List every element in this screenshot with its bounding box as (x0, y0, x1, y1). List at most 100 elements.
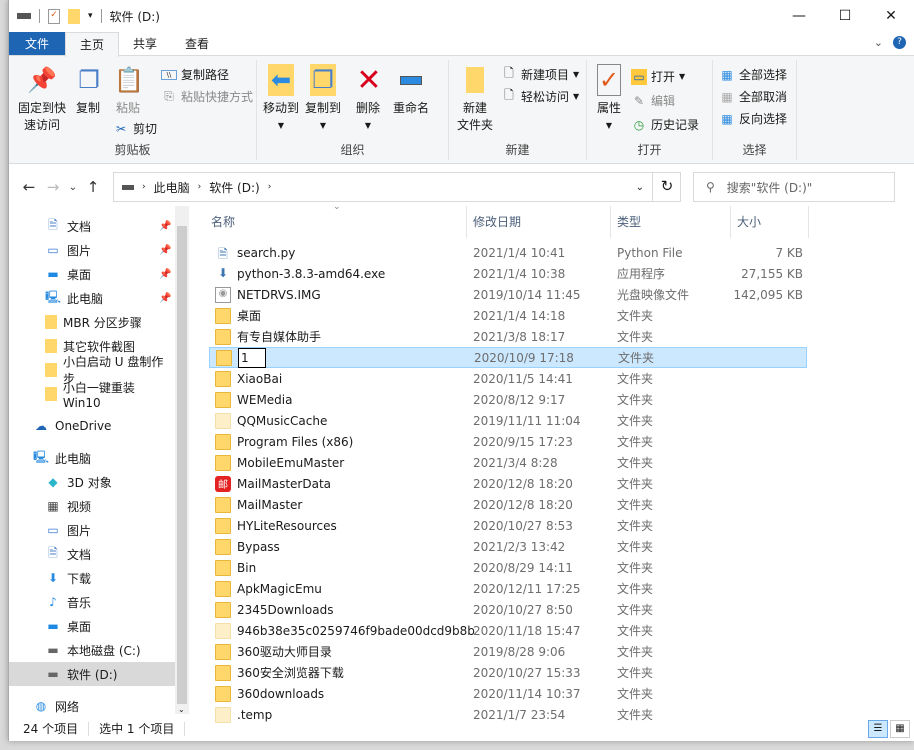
address-dropdown-icon[interactable]: ⌄ (636, 182, 644, 193)
chevron-right-icon[interactable]: › (268, 182, 272, 192)
paste-button[interactable]: 📋 粘贴 (113, 64, 144, 117)
breadcrumb-this-pc[interactable]: 此电脑 (154, 179, 190, 196)
rename-button[interactable]: 重命名 (389, 64, 433, 117)
move-to-button[interactable]: ⬅ 移动到 ▼ (261, 64, 301, 134)
copy-path-button[interactable]: \\ 复制路径 (161, 66, 229, 83)
file-row[interactable]: ⬇ python-3.8.3-amd64.exe 2021/1/4 10:38 应用程… (209, 263, 807, 284)
large-icons-view-button[interactable]: ▦ (890, 720, 910, 738)
file-row[interactable]: 946b38e35c0259746f9bade00dcd9b8b 2020/11/… (209, 620, 807, 641)
select-all-button[interactable]: ▦ 全部选择 (719, 66, 787, 83)
file-row[interactable]: 360驱动大师目录 2019/8/28 9:06 文件夹 (209, 641, 807, 662)
file-row[interactable]: HYLiteResources 2020/10/27 8:53 文件夹 (209, 515, 807, 536)
file-row[interactable]: XiaoBai 2020/11/5 14:41 文件夹 (209, 368, 807, 389)
pin-quick-access-button[interactable]: 📌 固定到快 速访问 (13, 64, 71, 134)
address-bar[interactable]: › 此电脑 › 软件 (D:) › ⌄ (113, 172, 681, 202)
minimize-button[interactable]: — (776, 0, 822, 32)
tab-view[interactable]: 查看 (171, 32, 223, 55)
drive-icon (17, 13, 31, 19)
file-row[interactable]: 邮 MailMasterData 2020/12/8 18:20 文件夹 (209, 473, 807, 494)
help-icon[interactable]: ? (893, 36, 906, 49)
properties-quick-icon[interactable]: ✓ (48, 8, 60, 24)
file-row[interactable]: 360安全浏览器下载 2020/10/27 15:33 文件夹 (209, 662, 807, 683)
nav-item[interactable]: 🗎 文档 (9, 542, 175, 566)
nav-item[interactable]: ◍ 网络 (9, 694, 175, 714)
file-row[interactable]: MailMaster 2020/12/8 18:20 文件夹 (209, 494, 807, 515)
file-row[interactable]: Program Files (x86) 2020/9/15 17:23 文件夹 (209, 431, 807, 452)
delete-button[interactable]: ✕ 删除 ▼ (353, 64, 383, 134)
nav-scrollbar[interactable]: ⌄ (175, 206, 189, 714)
file-row[interactable]: 有专自媒体助手 2021/3/8 18:17 文件夹 (209, 326, 807, 347)
new-folder-button[interactable]: 新建 文件夹 (453, 64, 497, 134)
close-button[interactable]: ✕ (868, 0, 914, 32)
history-button[interactable]: ◷ 历史记录 (631, 116, 699, 133)
new-folder-icon (459, 64, 491, 96)
invert-selection-button[interactable]: ▦ 反向选择 (719, 110, 787, 127)
nav-item[interactable]: ☁ OneDrive (9, 414, 175, 438)
file-row[interactable]: 1 2020/10/9 17:18 文件夹 (209, 347, 807, 368)
tab-file[interactable]: 文件 (9, 32, 65, 55)
collapse-ribbon-icon[interactable]: ⌄ (874, 36, 883, 49)
file-row[interactable]: 桌面 2021/1/4 14:18 文件夹 (209, 305, 807, 326)
file-row[interactable]: ApkMagicEmu 2020/12/11 17:25 文件夹 (209, 578, 807, 599)
nav-item[interactable]: ▬ 桌面 (9, 614, 175, 638)
scroll-down-icon[interactable]: ⌄ (178, 705, 185, 714)
nav-item[interactable]: ▭ 图片 📌 (9, 238, 175, 262)
forward-button[interactable]: → (41, 178, 65, 196)
nav-item[interactable]: ♪ 音乐 (9, 590, 175, 614)
nav-item[interactable]: ⬇ 下载 (9, 566, 175, 590)
details-view-button[interactable]: ☰ (868, 720, 888, 738)
clipboard-icon: 📋 (114, 65, 144, 94)
file-row[interactable]: ◉ NETDRVS.IMG 2019/10/14 11:45 光盘映像文件 142,09… (209, 284, 807, 305)
rename-input[interactable]: 1 (238, 347, 266, 368)
nav-item[interactable]: ▬ 桌面 📌 (9, 262, 175, 286)
customize-toolbar-icon[interactable]: ▾ (88, 11, 93, 21)
maximize-button[interactable]: ☐ (822, 0, 868, 32)
file-row[interactable]: MobileEmuMaster 2021/3/4 8:28 文件夹 (209, 452, 807, 473)
cut-button[interactable]: ✂ 剪切 (113, 120, 157, 137)
download-icon: ⬇ (47, 571, 59, 585)
nav-item[interactable]: MBR 分区步骤 (9, 310, 175, 334)
easy-access-button[interactable]: 🗋 轻松访问 ▼ (501, 88, 579, 105)
nav-item[interactable]: ◆ 3D 对象 (9, 470, 175, 494)
new-folder-quick-icon[interactable] (68, 8, 80, 24)
column-header-size[interactable]: 大小 (731, 206, 809, 238)
paste-shortcut-button[interactable]: ⎘ 粘贴快捷方式 (161, 88, 253, 105)
refresh-button[interactable]: ↻ (652, 172, 681, 202)
nav-item[interactable]: 🖳 此电脑 (9, 446, 175, 470)
breadcrumb-drive-d[interactable]: 软件 (D:) (209, 179, 259, 196)
nav-item[interactable]: 🖳 此电脑 📌 (9, 286, 175, 310)
select-none-button[interactable]: ▦ 全部取消 (719, 88, 787, 105)
chevron-right-icon[interactable]: › (198, 182, 202, 192)
file-row[interactable]: 360downloads 2020/11/14 10:37 文件夹 (209, 683, 807, 704)
nav-item[interactable]: 小白一键重装 Win10 (9, 381, 175, 410)
file-row[interactable]: QQMusicCache 2019/11/11 11:04 文件夹 (209, 410, 807, 431)
nav-item[interactable]: ▦ 视频 (9, 494, 175, 518)
up-button[interactable]: ↑ (81, 178, 105, 196)
file-row[interactable]: WEMedia 2020/8/12 9:17 文件夹 (209, 389, 807, 410)
nav-item[interactable]: 🗎 文档 📌 (9, 214, 175, 238)
tab-home[interactable]: 主页 (65, 32, 120, 57)
properties-button[interactable]: ✓ 属性 ▼ (591, 64, 627, 134)
nav-item[interactable]: ▬ 本地磁盘 (C:) (9, 638, 175, 662)
column-header-date[interactable]: 修改日期 (467, 206, 611, 238)
column-header-type[interactable]: 类型 (611, 206, 731, 238)
copy-button[interactable]: ❐ 复制 (73, 64, 103, 117)
back-button[interactable]: ← (17, 178, 41, 196)
nav-item[interactable]: ▭ 图片 (9, 518, 175, 542)
select-all-icon: ▦ (721, 67, 733, 82)
file-row[interactable]: Bypass 2021/2/3 13:42 文件夹 (209, 536, 807, 557)
file-row[interactable]: Bin 2020/8/29 14:11 文件夹 (209, 557, 807, 578)
search-input[interactable]: ⚲ 搜索"软件 (D:)" (693, 172, 895, 202)
file-row[interactable]: 🗎 search.py 2021/1/4 10:41 Python File 7 KB (209, 242, 807, 263)
open-button[interactable]: ▭ 打开 ▼ (631, 68, 685, 85)
file-row[interactable]: 2345Downloads 2020/10/27 8:50 文件夹 (209, 599, 807, 620)
nav-item[interactable]: ▬ 软件 (D:) (9, 662, 175, 686)
organize-group: ⬅ 移动到 ▼ ❐ 复制到 ▼ ✕ 删除 ▼ 重命名 组织 (257, 60, 449, 160)
tab-share[interactable]: 共享 (119, 32, 171, 55)
copy-to-button[interactable]: ❐ 复制到 ▼ (303, 64, 343, 134)
scrollbar-thumb[interactable] (177, 226, 187, 704)
edit-button[interactable]: ✎ 编辑 (631, 92, 675, 109)
new-item-button[interactable]: 🗋 新建项目 ▼ (501, 66, 579, 83)
chevron-right-icon[interactable]: › (142, 182, 146, 192)
recent-locations-button[interactable]: ⌄ (65, 182, 81, 193)
